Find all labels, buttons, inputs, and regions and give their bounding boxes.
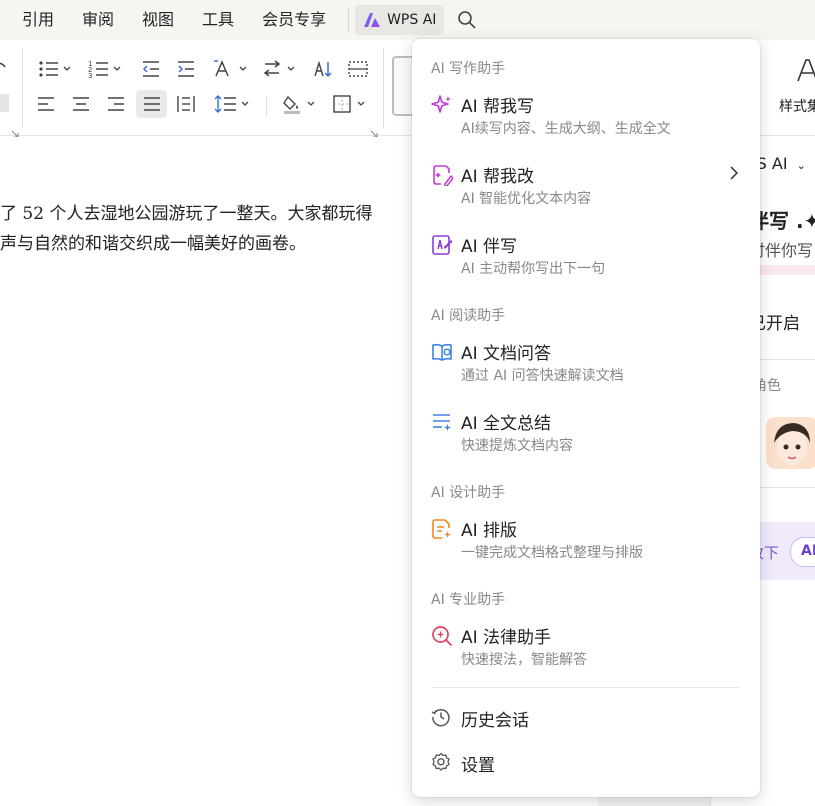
menu-item-title: AI 帮我写 (461, 97, 535, 117)
menu-item-ai-legal[interactable]: AI 法律助手 快速搜法，智能解答 (412, 623, 760, 685)
menu-member[interactable]: 会员专享 (248, 0, 340, 40)
menu-item-ai-revise[interactable]: AI 帮我改 AI 智能优化文本内容 (412, 162, 760, 224)
section-label-design: AI 设计助手 (431, 485, 506, 501)
ribbon-separator (22, 48, 23, 128)
menu-item-history[interactable]: 历史会话 (412, 703, 760, 735)
show-marks-icon[interactable] (345, 58, 371, 80)
menu-separator (348, 8, 350, 32)
menu-item-ai-layout[interactable]: AI 排版 一键完成文档格式整理与排版 (412, 516, 760, 578)
menu-item-ai-write[interactable]: AI 帮我写 AI续写内容、生成大纲、生成全文 (412, 92, 760, 154)
section-label-reading: AI 阅读助手 (431, 308, 506, 324)
menu-item-description: 一键完成文档格式整理与排版 (461, 545, 643, 561)
menu-item-description: AI 智能优化文本内容 (461, 191, 592, 207)
layout-icon (431, 518, 453, 540)
history-icon (431, 707, 451, 727)
menu-item-description: 快速提炼文档内容 (461, 438, 573, 454)
menu-item-title: AI 排版 (461, 521, 518, 541)
menu-item-ai-companion[interactable]: AI 伴写 AI 主动帮你写出下一句 (412, 232, 760, 294)
menu-item-description: 快速搜法，智能解答 (461, 652, 587, 668)
shading-fill-icon[interactable] (280, 93, 318, 115)
decrease-indent-icon[interactable] (138, 58, 164, 80)
wps-ai-logo-icon (363, 12, 381, 28)
menu-item-ai-summary[interactable]: AI 全文总结 快速提炼文档内容 (412, 409, 760, 471)
top-menu-bar: 引用 审阅 视图 工具 会员专享 WPS AI (0, 0, 815, 40)
menu-item-ai-doc-qa[interactable]: AI 文档问答 通过 AI 问答快速解读文档 (412, 339, 760, 401)
line-spacing-icon[interactable] (212, 93, 252, 115)
menu-item-title: AI 文档问答 (461, 344, 552, 364)
menu-tools[interactable]: 工具 (188, 0, 248, 40)
chevron-down-icon: ⌄ (796, 159, 806, 172)
settings-gear-icon (431, 752, 451, 772)
increase-indent-icon[interactable] (173, 58, 199, 80)
sparkle-icon (431, 94, 453, 116)
align-right-icon[interactable] (103, 93, 129, 115)
menu-item-description: AI 主动帮你写出下一句 (461, 261, 606, 277)
menu-review[interactable]: 审阅 (68, 0, 128, 40)
menu-item-title: AI 法律助手 (461, 628, 552, 648)
line-break-icon[interactable] (260, 58, 298, 80)
search-button[interactable] (454, 7, 480, 33)
menu-item-description: 通过 AI 问答快速解读文档 (461, 368, 624, 384)
menu-item-description: AI续写内容、生成大纲、生成全文 (461, 121, 671, 137)
menu-references[interactable]: 引用 (0, 0, 68, 40)
numbered-list-icon[interactable]: 123 (86, 58, 124, 80)
section-label-writing: AI 写作助手 (431, 61, 506, 77)
section-label-professional: AI 专业助手 (431, 592, 506, 608)
distributed-align-icon[interactable] (173, 93, 199, 115)
wps-ai-button[interactable]: WPS AI (355, 5, 445, 35)
sort-icon[interactable] (310, 58, 336, 80)
legal-search-icon (431, 625, 453, 647)
menu-item-settings[interactable]: 设置 (412, 748, 760, 780)
justify-icon[interactable] (136, 90, 167, 118)
menu-item-title: AI 伴写 (461, 237, 518, 257)
align-left-icon[interactable] (33, 93, 59, 115)
summary-icon (431, 411, 453, 433)
dialog-launcher-icon[interactable] (11, 123, 19, 138)
dialog-launcher-icon[interactable] (370, 123, 378, 138)
edit-document-icon (431, 164, 454, 187)
search-icon (457, 10, 477, 30)
menu-item-title: AI 全文总结 (461, 414, 552, 434)
chevron-right-icon (726, 165, 742, 181)
menu-item-title: AI 帮我改 (461, 167, 535, 187)
menu-view[interactable]: 视图 (128, 0, 188, 40)
document-text-line: 了 52 个人去湿地公园游玩了一整天。大家都玩得 (0, 204, 373, 224)
wps-ai-label: WPS AI (387, 12, 437, 28)
companion-write-icon (431, 234, 453, 256)
svg-text:3: 3 (88, 72, 92, 79)
book-qa-icon (431, 341, 453, 363)
bullet-list-icon[interactable] (36, 58, 74, 80)
menu-item-title: 历史会话 (461, 711, 529, 731)
wps-ai-dropdown-menu: AI 写作助手 AI 帮我写 AI续写内容、生成大纲、生成全文 AI 帮我改 A… (412, 39, 760, 797)
clipped-icon[interactable] (0, 58, 14, 80)
align-center-icon[interactable] (68, 93, 94, 115)
menu-item-title: 设置 (461, 756, 495, 776)
text-direction-icon[interactable] (210, 58, 250, 80)
ai-chip-button[interactable]: AI (790, 537, 815, 567)
ribbon-separator (383, 48, 384, 128)
clipped-icon[interactable] (0, 92, 12, 114)
style-set-label[interactable]: 样式集 (779, 96, 815, 116)
borders-icon[interactable] (330, 93, 368, 115)
menu-divider (432, 687, 740, 688)
document-text-line: 声与自然的和谐交织成一幅美好的画卷。 (0, 234, 306, 254)
avatar[interactable] (766, 417, 815, 469)
style-set-icon[interactable] (792, 54, 815, 88)
ribbon-separator (266, 96, 267, 116)
